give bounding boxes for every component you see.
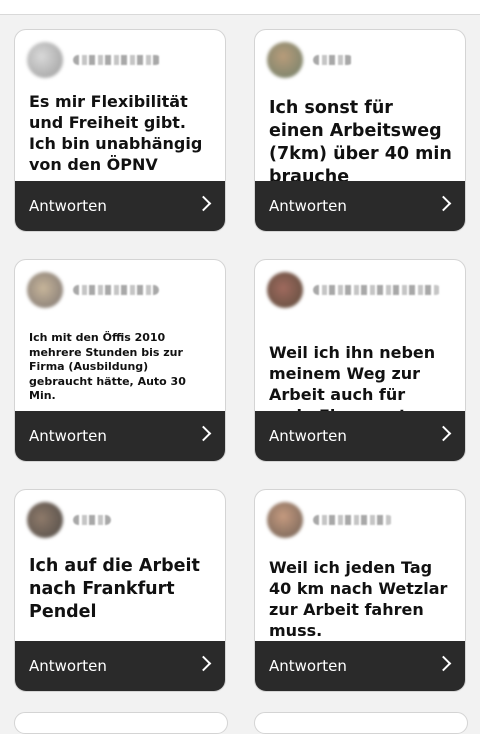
chevron-right-icon [435, 425, 452, 442]
card-header [267, 272, 453, 308]
answer-card: Es mir Flexibilität und Freiheit gibt. I… [14, 29, 226, 232]
answer-text: Ich sonst für einen Arbeitsweg (7km) übe… [269, 98, 452, 187]
answer-text: Ich mit den Öffis 2010 mehrere Stunden b… [29, 331, 186, 402]
reply-label: Antworten [269, 427, 347, 445]
reply-label: Antworten [29, 197, 107, 215]
reply-label: Antworten [29, 427, 107, 445]
avatar [27, 42, 63, 78]
chevron-right-icon [195, 195, 212, 212]
card-header [27, 502, 213, 538]
next-card-peek [254, 712, 468, 734]
reply-button[interactable]: Antworten [255, 641, 465, 691]
reply-button[interactable]: Antworten [15, 181, 225, 231]
answer-card: Ich auf die Arbeit nach Frankfurt Pendel… [14, 489, 226, 692]
chevron-right-icon [435, 655, 452, 672]
reply-label: Antworten [269, 657, 347, 675]
card-header [27, 42, 213, 78]
answer-text: Es mir Flexibilität und Freiheit gibt. I… [29, 92, 203, 174]
reply-label: Antworten [269, 197, 347, 215]
chevron-right-icon [435, 195, 452, 212]
avatar [267, 502, 303, 538]
reply-label: Antworten [29, 657, 107, 675]
user-name-blurred [73, 515, 111, 525]
avatar [27, 502, 63, 538]
chevron-right-icon [195, 655, 212, 672]
user-name-blurred [313, 55, 353, 65]
reply-button[interactable]: Antworten [255, 181, 465, 231]
card-header [267, 502, 453, 538]
user-name-blurred [73, 55, 161, 65]
user-name-blurred [313, 515, 393, 525]
answer-grid: Es mir Flexibilität und Freiheit gibt. I… [0, 0, 480, 734]
reply-button[interactable]: Antworten [15, 411, 225, 461]
card-header [267, 42, 453, 78]
answer-card: Weil ich ihn neben meinem Weg zur Arbeit… [254, 259, 466, 462]
user-name-blurred [73, 285, 159, 295]
avatar [27, 272, 63, 308]
user-name-blurred [313, 285, 441, 295]
avatar [267, 42, 303, 78]
answer-card: Weil ich jeden Tag 40 km nach Wetzlar zu… [254, 489, 466, 692]
chevron-right-icon [195, 425, 212, 442]
answer-card: Ich mit den Öffis 2010 mehrere Stunden b… [14, 259, 226, 462]
answer-text: Weil ich jeden Tag 40 km nach Wetzlar zu… [269, 558, 448, 640]
next-card-peek [14, 712, 228, 734]
reply-button[interactable]: Antworten [255, 411, 465, 461]
avatar [267, 272, 303, 308]
card-header [27, 272, 213, 308]
answer-text: Ich auf die Arbeit nach Frankfurt Pendel [29, 556, 200, 622]
reply-button[interactable]: Antworten [15, 641, 225, 691]
answer-card: Ich sonst für einen Arbeitsweg (7km) übe… [254, 29, 466, 232]
